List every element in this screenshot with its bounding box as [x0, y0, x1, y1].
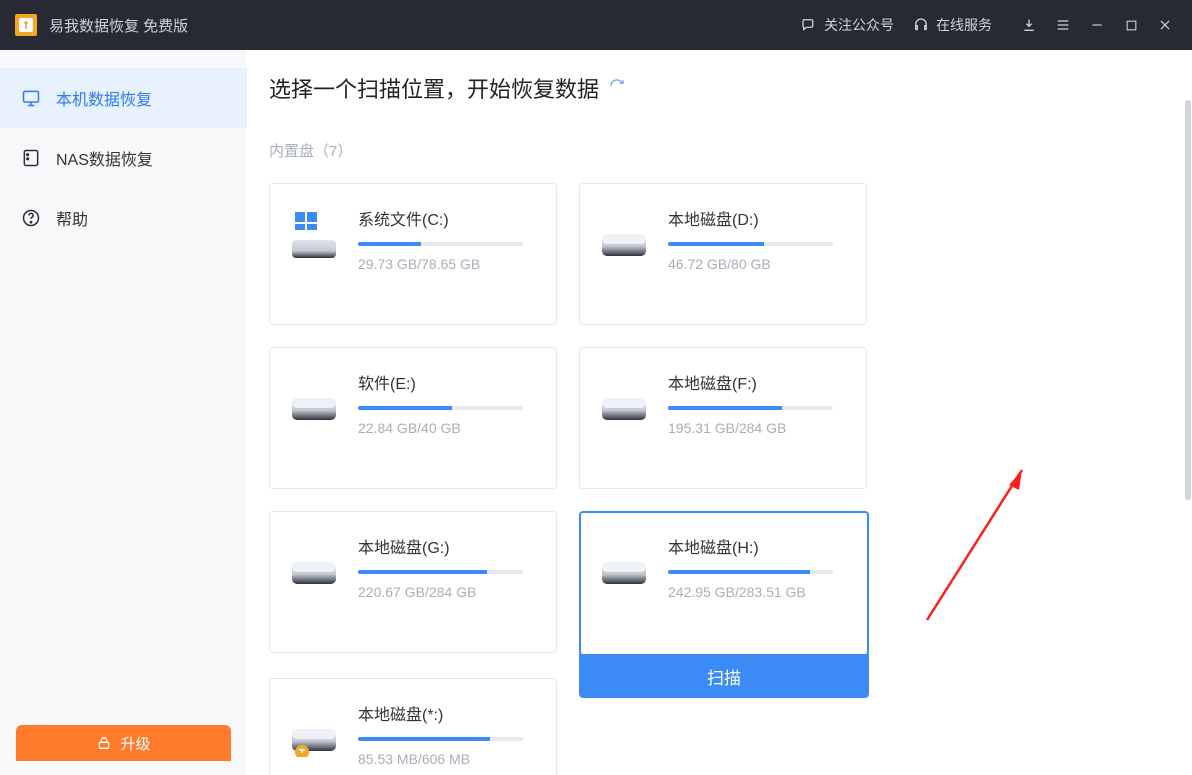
drive-size: 242.95 GB/283.51 GB: [668, 584, 848, 600]
drive-size: 22.84 GB/40 GB: [358, 420, 536, 436]
page-title: 选择一个扫描位置，开始恢复数据: [269, 72, 1192, 104]
drive-usage-bar: [358, 242, 523, 246]
download-button[interactable]: [1012, 8, 1046, 42]
lock-icon: [96, 735, 112, 751]
app-logo-icon: [15, 14, 37, 36]
drive-size: 46.72 GB/80 GB: [668, 256, 846, 272]
upgrade-button[interactable]: 升级: [16, 725, 231, 761]
sidebar-item-label: NAS数据恢复: [56, 146, 153, 170]
title-bar: 易我数据恢复 免费版 关注公众号 在线服务: [0, 0, 1192, 50]
drive-card[interactable]: 系统文件(C:) 29.73 GB/78.65 GB: [269, 183, 557, 325]
drive-icon: [290, 212, 340, 262]
headset-icon: [912, 16, 930, 34]
drive-card[interactable]: 本地磁盘(*:) 85.53 MB/606 MB: [269, 678, 557, 775]
chat-icon: [800, 16, 818, 34]
drive-usage-bar: [358, 570, 523, 574]
monitor-icon: [20, 87, 42, 109]
drive-icon: [600, 212, 650, 262]
close-button[interactable]: [1148, 8, 1182, 42]
maximize-button[interactable]: [1114, 8, 1148, 42]
menu-button[interactable]: [1046, 8, 1080, 42]
drive-name: 系统文件(C:): [358, 206, 536, 230]
hamburger-icon: [1055, 17, 1071, 33]
drive-name: 本地磁盘(F:): [668, 370, 846, 394]
drive-usage-bar: [668, 406, 833, 410]
drive-card[interactable]: 本地磁盘(G:) 220.67 GB/284 GB: [269, 511, 557, 653]
sidebar-item-help[interactable]: 帮助: [0, 188, 247, 248]
drive-icon: [290, 540, 340, 590]
drive-card[interactable]: 软件(E:) 22.84 GB/40 GB: [269, 347, 557, 489]
content-scrollbar[interactable]: [1184, 100, 1192, 775]
drive-icon: [290, 376, 340, 426]
refresh-button[interactable]: [609, 78, 625, 99]
nas-icon: [20, 147, 42, 169]
app-title: 易我数据恢复 免费版: [49, 15, 188, 36]
drive-icon: [600, 540, 650, 590]
online-service-button[interactable]: 在线服务: [912, 15, 992, 35]
drive-size: 220.67 GB/284 GB: [358, 584, 536, 600]
sidebar-item-local-recovery[interactable]: 本机数据恢复: [0, 68, 247, 128]
section-heading: 内置盘（7）: [269, 140, 1192, 161]
scan-button[interactable]: 扫描: [579, 654, 869, 698]
drive-usage-bar: [668, 242, 833, 246]
drive-size: 29.73 GB/78.65 GB: [358, 256, 536, 272]
sidebar-item-label: 帮助: [56, 206, 88, 230]
drive-icon: [290, 707, 340, 757]
sidebar-item-nas-recovery[interactable]: NAS数据恢复: [0, 128, 247, 188]
minimize-icon: [1090, 18, 1104, 32]
sidebar: 本机数据恢复 NAS数据恢复 帮助 升级: [0, 50, 247, 775]
download-icon: [1021, 17, 1037, 33]
drive-name: 本地磁盘(*:): [358, 701, 536, 725]
drive-card[interactable]: 本地磁盘(H:)242.95 GB/283.51 GB扫描: [579, 511, 869, 656]
content-area: 选择一个扫描位置，开始恢复数据 内置盘（7） 系统文件(C:) 29.73 GB/7…: [247, 50, 1192, 775]
drive-usage-bar: [668, 570, 833, 574]
drive-size: 85.53 MB/606 MB: [358, 751, 536, 767]
drive-usage-bar: [358, 737, 523, 741]
drive-size: 195.31 GB/284 GB: [668, 420, 846, 436]
sidebar-item-label: 本机数据恢复: [56, 86, 152, 110]
drive-icon: [600, 376, 650, 426]
drive-name: 本地磁盘(H:): [668, 534, 848, 558]
close-icon: [1158, 18, 1172, 32]
refresh-icon: [609, 78, 625, 94]
maximize-icon: [1125, 19, 1138, 32]
drive-usage-bar: [358, 406, 523, 410]
drive-card[interactable]: 本地磁盘(F:) 195.31 GB/284 GB: [579, 347, 867, 489]
drive-name: 本地磁盘(G:): [358, 534, 536, 558]
follow-wechat-button[interactable]: 关注公众号: [800, 15, 894, 35]
drive-card[interactable]: 本地磁盘(D:) 46.72 GB/80 GB: [579, 183, 867, 325]
drive-name: 软件(E:): [358, 370, 536, 394]
drive-grid: 系统文件(C:) 29.73 GB/78.65 GB 本地磁盘(D:) 46.72 G…: [269, 183, 1192, 775]
help-icon: [20, 207, 42, 229]
drive-name: 本地磁盘(D:): [668, 206, 846, 230]
minimize-button[interactable]: [1080, 8, 1114, 42]
